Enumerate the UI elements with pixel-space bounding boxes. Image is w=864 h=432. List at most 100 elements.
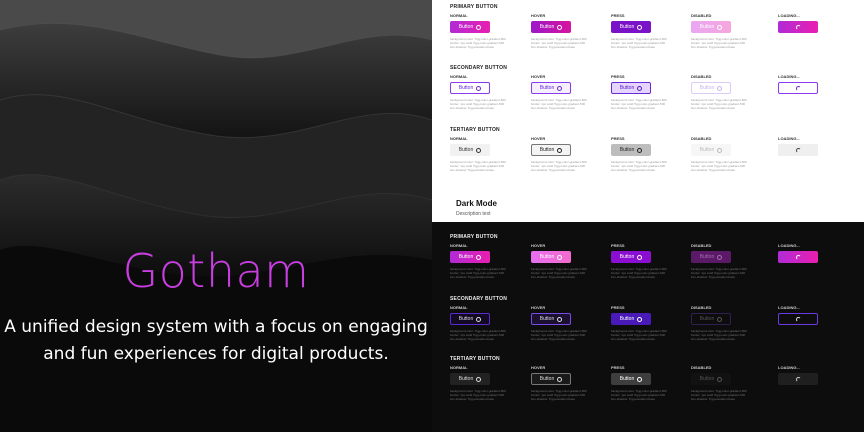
button-label: Button — [699, 316, 715, 322]
tertiary-button-section-title: TERTIARY BUTTON — [450, 356, 500, 362]
tertiary-button-loading[interactable] — [778, 144, 818, 156]
button-label: Button — [458, 254, 474, 260]
button-label: Button — [539, 147, 555, 153]
button-label: Button — [619, 24, 635, 30]
tagline-line-2: and fun experiences for digital products… — [43, 344, 389, 364]
button-spec-text: background color: Tigg-color-gradient-50… — [531, 98, 587, 111]
button-label: Button — [699, 85, 715, 91]
dark-mode-panel: PRIMARY BUTTON NORMAL Button background col… — [432, 222, 864, 432]
state-label-disabled: DISABLED — [691, 365, 712, 370]
button-label: Button — [458, 24, 474, 30]
primary-button-normal[interactable]: Button — [450, 251, 490, 263]
spinner-icon — [476, 254, 482, 260]
button-spec-text: background color: Tigg-color-gradient-50… — [691, 389, 747, 402]
primary-button-normal[interactable]: Button — [450, 21, 490, 33]
tertiary-button-normal[interactable]: Button — [450, 144, 490, 156]
button-label: Button — [699, 147, 715, 153]
button-spec-text: background color: Tigg-color-gradient-50… — [450, 389, 506, 402]
button-spec-text: background color: Tigg-color-gradient-50… — [531, 389, 587, 402]
button-spec-text: background color: Tigg-color-gradient-50… — [450, 329, 506, 342]
button-label: Button — [539, 85, 555, 91]
button-label: Button — [699, 24, 715, 30]
button-label: Button — [539, 316, 555, 322]
button-label: Button — [539, 254, 555, 260]
state-label-normal: NORMAL — [450, 136, 468, 141]
button-spec-text: background color: Tigg-color-gradient-50… — [531, 267, 587, 280]
spinner-icon — [476, 24, 482, 30]
spinner-icon — [637, 316, 643, 322]
state-label-disabled: DISABLED — [691, 13, 712, 18]
light-mode-panel: PRIMARY BUTTON NORMAL Button background col… — [432, 0, 864, 222]
state-label-loading: LOADING... — [778, 305, 800, 310]
dark-mode-description: Description text — [456, 211, 491, 217]
spinner-icon — [637, 376, 643, 382]
button-label: Button — [458, 376, 474, 382]
primary-button-disabled[interactable]: Button — [691, 251, 731, 263]
button-spec-text: background color: Tigg-color-gradient-50… — [450, 37, 506, 50]
spinner-icon — [717, 24, 723, 30]
tertiary-button-disabled[interactable]: Button — [691, 373, 731, 385]
state-label-disabled: DISABLED — [691, 136, 712, 141]
primary-button-loading[interactable] — [778, 21, 818, 33]
secondary-button-loading[interactable] — [778, 313, 818, 325]
secondary-button-disabled[interactable]: Button — [691, 82, 731, 94]
secondary-button-hover[interactable]: Button — [531, 82, 571, 94]
spinner-icon — [476, 316, 482, 322]
secondary-button-section-title: SECONDARY BUTTON — [450, 65, 508, 71]
primary-button-section-title: PRIMARY BUTTON — [450, 4, 498, 10]
dark-mode-title: Dark Mode — [456, 199, 497, 208]
primary-button-loading[interactable] — [778, 251, 818, 263]
button-spec-text: background color: Tigg-color-gradient-50… — [611, 37, 667, 50]
button-spec-text: background color: Tigg-color-gradient-50… — [611, 98, 667, 111]
secondary-button-press[interactable]: Button — [611, 82, 651, 94]
primary-button-press[interactable]: Button — [611, 21, 651, 33]
button-spec-text: background color: Tigg-color-gradient-50… — [611, 160, 667, 173]
secondary-button-section-title: SECONDARY BUTTON — [450, 296, 508, 302]
spinner-icon — [557, 85, 563, 91]
spinner-icon — [557, 376, 563, 382]
button-spec-text: background color: Tigg-color-gradient-50… — [691, 160, 747, 173]
state-label-loading: LOADING... — [778, 365, 800, 370]
button-spec-text: background color: Tigg-color-gradient-50… — [611, 389, 667, 402]
primary-button-press[interactable]: Button — [611, 251, 651, 263]
button-label: Button — [699, 376, 715, 382]
spinner-icon — [557, 316, 563, 322]
tertiary-button-hover[interactable]: Button — [531, 144, 571, 156]
spinner-icon — [476, 376, 482, 382]
tertiary-button-hover[interactable]: Button — [531, 373, 571, 385]
button-spec-text: background color: Tigg-color-gradient-50… — [450, 98, 506, 111]
primary-button-hover[interactable]: Button — [531, 251, 571, 263]
primary-button-disabled[interactable]: Button — [691, 21, 731, 33]
state-label-hover: HOVER — [531, 136, 546, 141]
spinner-icon — [476, 147, 482, 153]
tertiary-button-press[interactable]: Button — [611, 144, 651, 156]
tertiary-button-disabled[interactable]: Button — [691, 144, 731, 156]
primary-button-section-title: PRIMARY BUTTON — [450, 234, 498, 240]
state-label-press: PRESS — [611, 243, 625, 248]
spinner-icon — [795, 85, 801, 91]
primary-button-hover[interactable]: Button — [531, 21, 571, 33]
secondary-button-disabled[interactable]: Button — [691, 313, 731, 325]
hero-panel: Gotham A unified design system with a fo… — [0, 0, 432, 432]
button-label: Button — [619, 376, 635, 382]
state-label-loading: LOADING... — [778, 136, 800, 141]
secondary-button-press[interactable]: Button — [611, 313, 651, 325]
spinner-icon — [717, 376, 723, 382]
secondary-button-loading[interactable] — [778, 82, 818, 94]
secondary-button-normal[interactable]: Button — [450, 82, 490, 94]
tertiary-button-section-title: TERTIARY BUTTON — [450, 127, 500, 133]
button-label: Button — [539, 376, 555, 382]
spinner-icon — [717, 254, 723, 260]
state-label-press: PRESS — [611, 136, 625, 141]
button-label: Button — [699, 254, 715, 260]
tertiary-button-normal[interactable]: Button — [450, 373, 490, 385]
state-label-hover: HOVER — [531, 305, 546, 310]
tertiary-button-press[interactable]: Button — [611, 373, 651, 385]
secondary-button-hover[interactable]: Button — [531, 313, 571, 325]
spinner-icon — [795, 24, 801, 30]
spinner-icon — [717, 85, 723, 91]
tertiary-button-loading[interactable] — [778, 373, 818, 385]
state-label-press: PRESS — [611, 74, 625, 79]
secondary-button-normal[interactable]: Button — [450, 313, 490, 325]
state-label-hover: HOVER — [531, 365, 546, 370]
